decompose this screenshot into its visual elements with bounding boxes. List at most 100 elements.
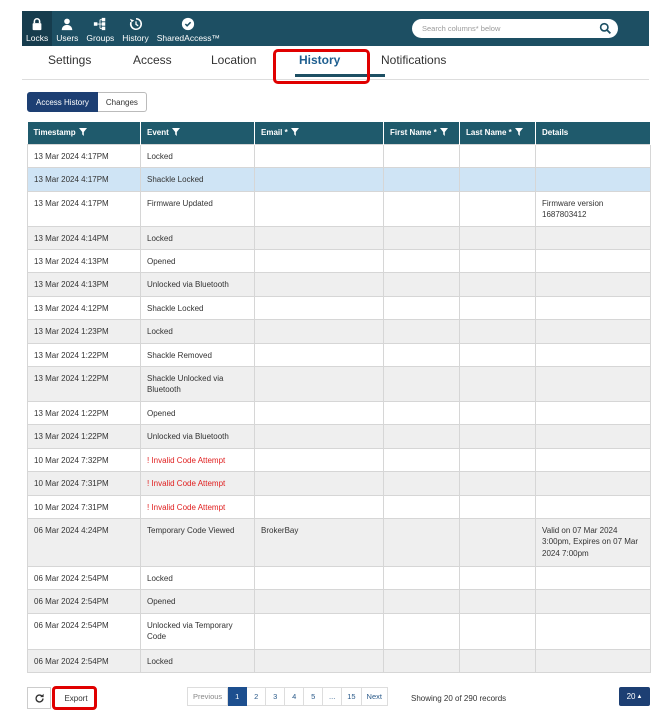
column-header-last-name[interactable]: Last Name * [459,122,536,144]
cell-email [254,318,384,344]
cell-details [535,565,651,590]
cell-event: Unlocked via Temporary Code [140,612,255,650]
nav-history[interactable]: History [118,11,152,46]
cell-event: Shackle Locked [140,295,255,320]
cell-event: Opened [140,400,255,425]
table-row[interactable]: 13 Mar 2024 4:14PM Locked [27,225,651,250]
cell-event: Locked [140,318,255,344]
column-header-event[interactable]: Event [140,122,255,144]
cell-event: ! Invalid Code Attempt [140,470,255,496]
filter-icon[interactable] [171,128,180,137]
nav-users[interactable]: Users [52,11,82,46]
table-row[interactable]: 13 Mar 2024 4:17PM Shackle Locked [27,166,651,192]
cell-email [254,588,384,614]
filter-icon[interactable] [78,128,87,137]
table-row[interactable]: 13 Mar 2024 1:22PM Shackle Unlocked via B… [27,365,651,402]
table-row[interactable]: 13 Mar 2024 4:13PM Unlocked via Bluetooth [27,271,651,297]
subtab-access-history[interactable]: Access History [27,92,98,112]
cell-timestamp: 13 Mar 2024 4:17PM [27,143,141,168]
nav-locks[interactable]: Locks [22,11,53,46]
table-row[interactable]: 10 Mar 2024 7:31PM! Invalid Code Attempt [27,494,651,519]
tab-access[interactable]: Access [133,53,172,67]
cell-first-name [383,517,460,567]
table-row[interactable]: 06 Mar 2024 2:54PM Unlocked via Temporary… [27,612,651,650]
table-row[interactable]: 06 Mar 2024 2:54PM Locked [27,565,651,590]
table-row[interactable]: 06 Mar 2024 4:24PM Temporary Code Viewed B… [27,517,651,567]
tab-settings[interactable]: Settings [48,53,91,67]
cell-last-name [459,423,536,449]
tab-notifications[interactable]: Notifications [381,53,446,67]
cell-last-name [459,248,536,273]
cell-last-name [459,342,536,367]
cell-email [254,248,384,273]
page-5[interactable]: 5 [304,687,324,706]
page-3[interactable]: 3 [266,687,286,706]
cell-timestamp: 10 Mar 2024 7:31PM [27,494,141,519]
table-body: 13 Mar 2024 4:17PM Locked 13 Mar 2024 4:17… [27,143,651,673]
page-previous[interactable]: Previous [187,687,229,706]
table-row[interactable]: 06 Mar 2024 2:54PM Locked [27,648,651,673]
cell-last-name [459,612,536,650]
cell-timestamp: 13 Mar 2024 4:13PM [27,271,141,297]
cell-timestamp: 13 Mar 2024 4:13PM [27,248,141,273]
filter-icon[interactable] [290,128,299,137]
nav-groups[interactable]: Groups [82,11,118,46]
cell-event: Locked [140,143,255,168]
cell-event: Shackle Unlocked via Bluetooth [140,365,255,402]
table-row[interactable]: 13 Mar 2024 4:12PM Shackle Locked [27,295,651,320]
nav-label: Users [56,33,79,43]
cell-timestamp: 06 Mar 2024 2:54PM [27,648,141,673]
table-row[interactable]: 13 Mar 2024 1:23PM Locked [27,318,651,344]
cell-email [254,225,384,250]
cell-last-name [459,517,536,567]
pagination: Previous 1 2 3 4 5 ... 15 Next [187,687,388,706]
cell-event: ! Invalid Code Attempt [140,447,255,472]
cell-email [254,365,384,402]
nav-shared-access[interactable]: SharedAccess™ [153,11,224,46]
cell-event: Shackle Removed [140,342,255,367]
column-header-timestamp[interactable]: Timestamp [27,122,141,144]
cell-first-name [383,318,460,344]
groups-icon [92,16,108,32]
page-1[interactable]: 1 [228,687,248,706]
table-row[interactable]: 10 Mar 2024 7:32PM! Invalid Code Attempt [27,447,651,472]
cell-last-name [459,447,536,472]
page-15[interactable]: 15 [342,687,362,706]
table-footer: Export Previous 1 2 3 4 5 ... 15 Next Sh… [27,686,650,710]
cell-last-name [459,271,536,297]
filter-icon[interactable] [514,128,523,137]
column-header-first-name[interactable]: First Name * [383,122,460,144]
search-icon[interactable] [599,22,612,35]
table-row[interactable]: 10 Mar 2024 7:31PM! Invalid Code Attempt [27,470,651,496]
cell-email [254,143,384,168]
table-row[interactable]: 13 Mar 2024 4:17PM Locked [27,143,651,168]
table-row[interactable]: 13 Mar 2024 4:17PM Firmware Updated Firmwa… [27,190,651,227]
column-header-email[interactable]: Email * [254,122,384,144]
cell-first-name [383,271,460,297]
filter-icon[interactable] [439,128,448,137]
cell-last-name [459,588,536,614]
cell-first-name [383,248,460,273]
cell-event: Locked [140,648,255,673]
cell-details [535,648,651,673]
refresh-button[interactable] [27,687,51,709]
column-header-details[interactable]: Details [535,122,651,144]
table-row[interactable]: 13 Mar 2024 1:22PM Unlocked via Bluetooth [27,423,651,449]
cell-timestamp: 13 Mar 2024 1:22PM [27,342,141,367]
search-input[interactable] [422,24,592,33]
cell-event: Temporary Code Viewed [140,517,255,567]
table-row[interactable]: 13 Mar 2024 4:13PM Opened [27,248,651,273]
cell-email [254,612,384,650]
page-4[interactable]: 4 [285,687,305,706]
table-row[interactable]: 13 Mar 2024 1:22PM Shackle Removed [27,342,651,367]
page-next[interactable]: Next [361,687,388,706]
page-size-select[interactable]: 20 ▲ [619,687,650,706]
subtab-changes[interactable]: Changes [97,92,147,112]
tab-location[interactable]: Location [211,53,256,67]
nav-label: SharedAccess™ [156,33,221,43]
annotation-highlight-history-tab [273,49,370,84]
table-row[interactable]: 13 Mar 2024 1:22PM Opened [27,400,651,425]
cell-event: Locked [140,225,255,250]
page-2[interactable]: 2 [247,687,267,706]
table-row[interactable]: 06 Mar 2024 2:54PM Opened [27,588,651,614]
